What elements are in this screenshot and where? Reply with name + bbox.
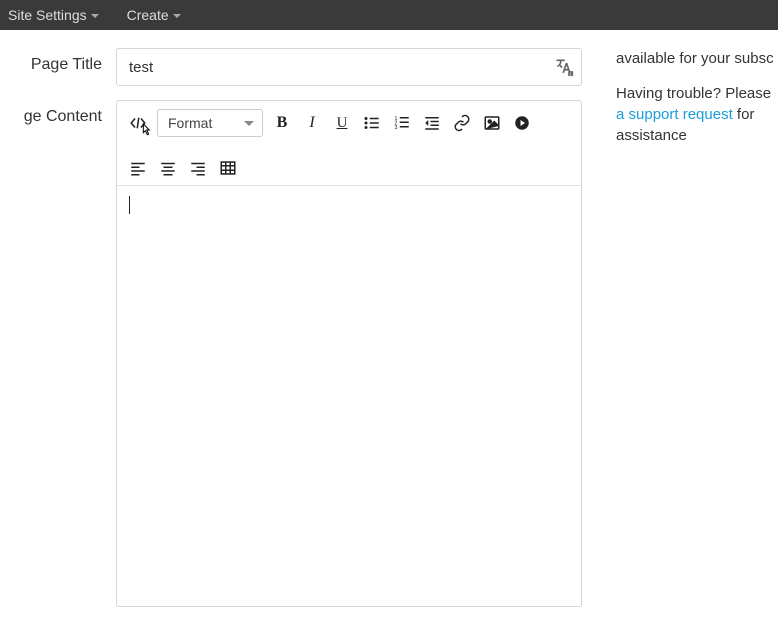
create-menu[interactable]: Create: [127, 7, 181, 23]
top-nav-bar: Site Settings Create: [0, 0, 778, 30]
site-settings-label: Site Settings: [8, 7, 87, 23]
support-request-link[interactable]: a support request: [616, 106, 733, 123]
table-button[interactable]: [217, 157, 239, 179]
page-title-input[interactable]: [116, 48, 582, 86]
create-label: Create: [127, 7, 169, 23]
translate-icon[interactable]: 1: [554, 57, 574, 77]
format-select-label: Format: [168, 115, 212, 131]
help-sidebar: available for your subsc Having trouble?…: [600, 48, 778, 621]
underline-button[interactable]: U: [331, 112, 353, 134]
rich-text-editor: Format B I U 123: [116, 100, 582, 607]
outdent-button[interactable]: [421, 112, 443, 134]
code-view-button[interactable]: [127, 112, 149, 134]
chevron-down-icon: [244, 121, 254, 126]
editor-toolbar: Format B I U 123: [117, 101, 581, 186]
chevron-down-icon: [91, 14, 99, 18]
link-button[interactable]: [451, 112, 473, 134]
page-content-label: ge Content: [0, 100, 116, 126]
align-right-button[interactable]: [187, 157, 209, 179]
numbered-list-button[interactable]: 123: [391, 112, 413, 134]
bullet-list-button[interactable]: [361, 112, 383, 134]
text-cursor: [129, 196, 130, 214]
svg-text:3: 3: [395, 125, 398, 131]
format-select[interactable]: Format: [157, 109, 263, 137]
chevron-down-icon: [173, 14, 181, 18]
editor-content-area[interactable]: [117, 186, 581, 606]
help-text-line1: available for your subsc: [616, 48, 778, 69]
align-left-button[interactable]: [127, 157, 149, 179]
video-button[interactable]: [511, 112, 533, 134]
page-title-label: Page Title: [0, 48, 116, 74]
italic-button[interactable]: I: [301, 112, 323, 134]
help-text-line2: Having trouble? Please a support request…: [616, 83, 778, 146]
site-settings-menu[interactable]: Site Settings: [8, 7, 99, 23]
image-button[interactable]: [481, 112, 503, 134]
bold-button[interactable]: B: [271, 112, 293, 134]
align-center-button[interactable]: [157, 157, 179, 179]
